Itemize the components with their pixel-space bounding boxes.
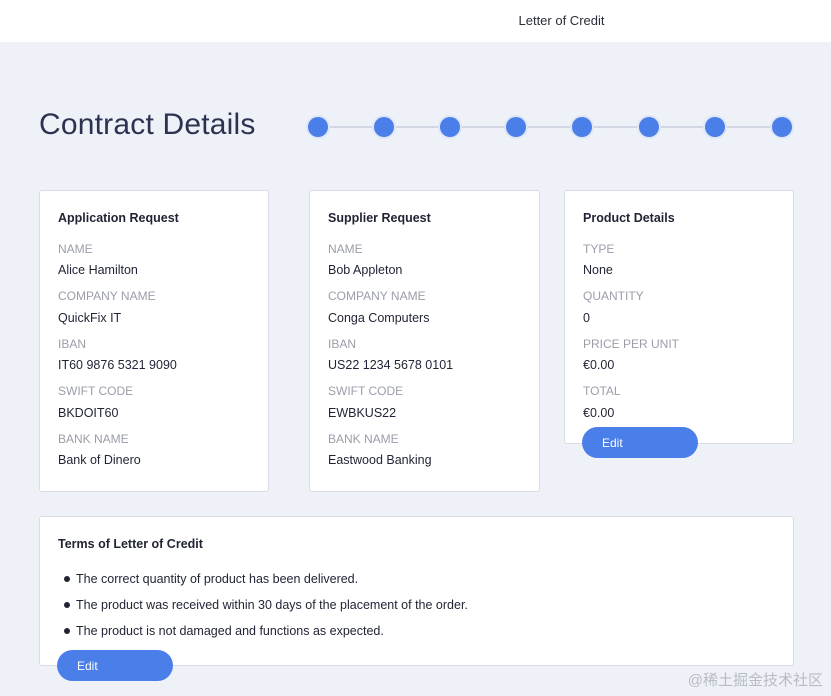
terms-edit-button[interactable]: Edit xyxy=(57,650,173,681)
step-1[interactable] xyxy=(308,117,328,137)
field-label-swift: SWIFT CODE xyxy=(58,384,134,398)
bullet-icon xyxy=(64,576,70,582)
progress-stepper xyxy=(308,117,792,137)
card-title: Terms of Letter of Credit xyxy=(58,537,203,551)
field-label-quantity: QUANTITY xyxy=(583,289,644,303)
step-8[interactable] xyxy=(772,117,792,137)
field-label-company: COMPANY NAME xyxy=(58,289,156,303)
field-value-type: None xyxy=(583,263,613,277)
bullet-icon xyxy=(64,628,70,634)
field-label-bank: BANK NAME xyxy=(58,432,129,446)
bullet-icon xyxy=(64,602,70,608)
step-2[interactable] xyxy=(374,117,394,137)
field-value-company: Conga Computers xyxy=(328,311,430,325)
field-value-name: Alice Hamilton xyxy=(58,263,138,277)
terms-list: The correct quantity of product has been… xyxy=(58,572,468,650)
product-details-card: Product Details TYPE None QUANTITY 0 PRI… xyxy=(564,190,794,444)
product-edit-button[interactable]: Edit xyxy=(582,427,698,458)
card-title: Application Request xyxy=(58,211,179,225)
step-6[interactable] xyxy=(639,117,659,137)
field-value-quantity: 0 xyxy=(583,311,590,325)
field-label-total: TOTAL xyxy=(583,384,621,398)
field-label-name: NAME xyxy=(328,242,363,256)
list-item: The product is not damaged and functions… xyxy=(58,624,468,650)
field-value-bank: Bank of Dinero xyxy=(58,453,141,467)
step-3[interactable] xyxy=(440,117,460,137)
field-label-iban: IBAN xyxy=(58,337,87,351)
field-label-bank: BANK NAME xyxy=(328,432,399,446)
term-text: The product is not damaged and functions… xyxy=(76,624,384,638)
step-7[interactable] xyxy=(705,117,725,137)
supplier-request-card: Supplier Request NAME Bob Appleton COMPA… xyxy=(309,190,540,492)
list-item: The product was received within 30 days … xyxy=(58,598,468,624)
page-title: Contract Details xyxy=(39,108,256,141)
terms-card: Terms of Letter of Credit The correct qu… xyxy=(39,516,794,666)
field-value-iban: IT60 9876 5321 9090 xyxy=(58,358,177,372)
field-value-total: €0.00 xyxy=(583,406,615,420)
card-title: Supplier Request xyxy=(328,211,431,225)
field-value-iban: US22 1234 5678 0101 xyxy=(328,358,454,372)
step-5[interactable] xyxy=(572,117,592,137)
field-label-swift: SWIFT CODE xyxy=(328,384,404,398)
field-value-bank: Eastwood Banking xyxy=(328,453,432,467)
field-value-swift: BKDOIT60 xyxy=(58,406,119,420)
field-label-iban: IBAN xyxy=(328,337,357,351)
step-4[interactable] xyxy=(506,117,526,137)
field-value-swift: EWBKUS22 xyxy=(328,406,397,420)
card-title: Product Details xyxy=(583,211,675,225)
field-value-company: QuickFix IT xyxy=(58,311,122,325)
field-label-price: PRICE PER UNIT xyxy=(583,337,680,351)
field-label-name: NAME xyxy=(58,242,93,256)
field-label-type: TYPE xyxy=(583,242,615,256)
application-request-card: Application Request NAME Alice Hamilton … xyxy=(39,190,269,492)
app-title: Letter of Credit xyxy=(518,13,605,28)
watermark: @稀土掘金技术社区 xyxy=(687,672,823,689)
term-text: The product was received within 30 days … xyxy=(76,598,468,612)
term-text: The correct quantity of product has been… xyxy=(76,572,359,586)
field-value-price: €0.00 xyxy=(583,358,615,372)
top-bar: Letter of Credit xyxy=(0,0,831,42)
field-label-company: COMPANY NAME xyxy=(328,289,426,303)
list-item: The correct quantity of product has been… xyxy=(58,572,468,598)
field-value-name: Bob Appleton xyxy=(328,263,403,277)
